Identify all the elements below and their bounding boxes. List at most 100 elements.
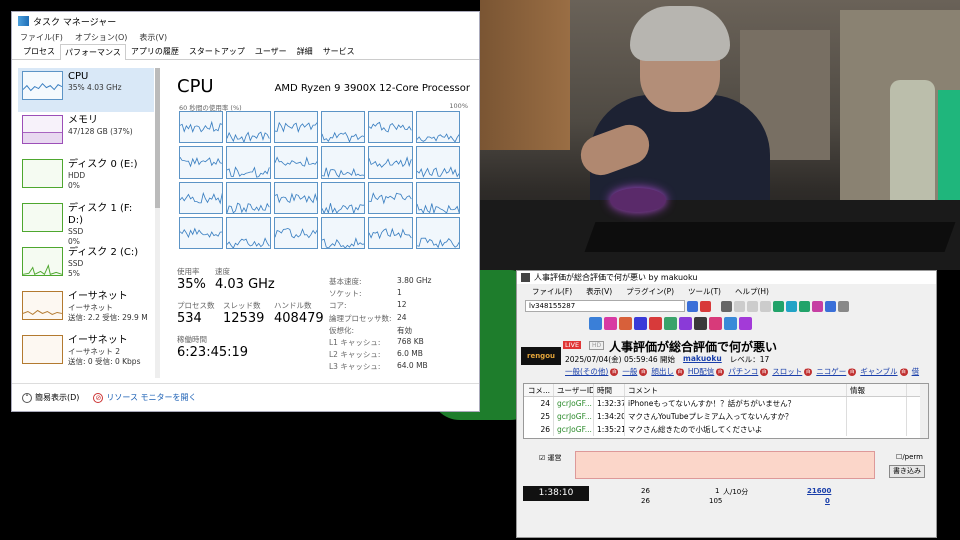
encyclopedia-icon[interactable]: 百 xyxy=(610,368,619,376)
tag-link[interactable]: 一般(その他) xyxy=(565,367,608,376)
table-row[interactable]: 26 gcrJoGF... 1:35:21 マクさん総きたので小垢してくださいよ xyxy=(524,423,928,436)
resource-disk-1[interactable]: ディスク 1 (F: D:) SSD 0% xyxy=(18,200,154,246)
tab-app-history[interactable]: アプリの履歴 xyxy=(126,43,184,59)
menu-options[interactable]: オプション(O) xyxy=(75,32,128,43)
titlebar[interactable]: 人事評価が総合評価で何が悪い by makuoku xyxy=(517,271,936,284)
encyclopedia-icon[interactable]: 百 xyxy=(848,368,857,376)
encyclopedia-icon[interactable]: 百 xyxy=(716,368,725,376)
net-thumb-graph xyxy=(22,291,63,320)
tab-details[interactable]: 詳細 xyxy=(292,43,318,59)
menu-file[interactable]: ファイル(F) xyxy=(20,32,63,43)
tag-item[interactable]: 借 xyxy=(912,366,920,377)
plugin-icon[interactable] xyxy=(664,316,677,330)
spec-value: 6.0 MB xyxy=(397,349,423,359)
tag-item[interactable]: HD配信百 xyxy=(688,366,725,377)
col-info[interactable]: 情報 xyxy=(847,384,907,396)
col-comment[interactable]: コメント xyxy=(625,384,847,396)
uneigai-checkbox[interactable]: ☑ 運営 xyxy=(539,453,562,463)
plugin-icon[interactable] xyxy=(589,316,602,330)
tag-link[interactable]: 一般 xyxy=(622,367,637,376)
plugin-icon[interactable] xyxy=(694,316,707,330)
spec-key: 基本速度: xyxy=(329,277,362,286)
tag-link[interactable]: ニコゲー xyxy=(816,367,846,376)
scrollbar-thumb[interactable] xyxy=(155,68,160,208)
connect-icon[interactable] xyxy=(687,300,698,312)
tool-icon[interactable] xyxy=(799,300,810,312)
tag-item[interactable]: パチンコ百 xyxy=(728,366,769,377)
tag-link[interactable]: 借 xyxy=(912,367,920,376)
tool-icon[interactable] xyxy=(825,300,836,312)
broadcaster-link[interactable]: makuoku xyxy=(683,354,722,365)
resource-disk-0[interactable]: ディスク 0 (E:) HDD 0% xyxy=(18,156,154,200)
tab-processes[interactable]: プロセス xyxy=(18,43,60,59)
table-row[interactable]: 24 gcrJoGF... 1:32:37 iPhoneもってないんすか！？話が… xyxy=(524,397,928,410)
titlebar[interactable]: タスク マネージャー xyxy=(12,12,479,30)
encyclopedia-icon[interactable]: 百 xyxy=(899,368,908,376)
resource-monitor-link[interactable]: ⊘ リソース モニターを開く xyxy=(93,392,197,403)
menu-view[interactable]: 表示(V) xyxy=(139,32,167,43)
tool-icon[interactable] xyxy=(773,300,784,312)
encyclopedia-icon[interactable]: 百 xyxy=(675,368,684,376)
tag-item[interactable]: 一般百 xyxy=(622,366,648,377)
resource-cpu[interactable]: CPU 35% 4.03 GHz xyxy=(18,68,154,112)
plugin-icon[interactable] xyxy=(634,316,647,330)
tag-link[interactable]: ギャンブル xyxy=(860,367,897,376)
resource-ethernet-1[interactable]: イーサネット イーサネット 送信: 2.2 受信: 29.9 M xyxy=(18,288,154,332)
tag-item[interactable]: ニコゲー百 xyxy=(816,366,857,377)
menu-file[interactable]: ファイル(F) xyxy=(532,286,572,297)
plugin-icon[interactable] xyxy=(649,316,662,330)
live-id-input[interactable]: lv348155287 xyxy=(525,300,685,312)
plugin-icon[interactable] xyxy=(724,316,737,330)
plugin-icon[interactable] xyxy=(739,316,752,330)
resource-disk-2[interactable]: ディスク 2 (C:) SSD 5% xyxy=(18,244,154,288)
ad-points[interactable]: 21600 xyxy=(807,487,831,495)
tab-startup[interactable]: スタートアップ xyxy=(184,43,250,59)
fewer-details-button[interactable]: ˄ 簡易表示(D) xyxy=(22,392,79,403)
tag-item[interactable]: 一般(その他) 百 xyxy=(565,366,619,377)
gear-icon[interactable] xyxy=(838,300,849,312)
tool-icon[interactable] xyxy=(760,300,771,312)
tab-services[interactable]: サービス xyxy=(318,43,360,59)
col-no[interactable]: コメ... xyxy=(524,384,554,396)
comment-input[interactable] xyxy=(575,451,875,479)
tag-link[interactable]: スロット xyxy=(772,367,802,376)
tag-link[interactable]: HD配信 xyxy=(688,367,714,376)
tool-icon[interactable] xyxy=(734,300,745,312)
encyclopedia-icon[interactable]: 百 xyxy=(760,368,769,376)
tag-item[interactable]: 顔出し百 xyxy=(651,366,684,377)
menu-help[interactable]: ヘルプ(H) xyxy=(735,286,769,297)
menu-plugin[interactable]: プラグイン(P) xyxy=(626,286,674,297)
tag-link[interactable]: パチンコ xyxy=(728,367,758,376)
menu-bar: ファイル(F) 表示(V) プラグイン(P) ツール(T) ヘルプ(H) xyxy=(517,284,936,298)
perm-checkbox[interactable]: ☐/perm xyxy=(896,453,923,461)
tab-performance[interactable]: パフォーマンス xyxy=(60,44,126,60)
menu-view[interactable]: 表示(V) xyxy=(586,286,612,297)
tool-icon[interactable] xyxy=(786,300,797,312)
gift-points[interactable]: 0 xyxy=(825,497,830,505)
tool-icon[interactable] xyxy=(747,300,758,312)
post-button[interactable]: 書き込み xyxy=(889,465,925,478)
plugin-icon[interactable] xyxy=(619,316,632,330)
refresh-icon[interactable] xyxy=(721,300,732,312)
disk-thumb-graph xyxy=(22,247,63,276)
tab-users[interactable]: ユーザー xyxy=(250,43,292,59)
tag-item[interactable]: スロット百 xyxy=(772,366,813,377)
plugin-icon[interactable] xyxy=(679,316,692,330)
disconnect-icon[interactable] xyxy=(700,300,711,312)
resource-memory[interactable]: メモリ 47/128 GB (37%) xyxy=(18,112,154,156)
resource-ethernet-2[interactable]: イーサネット イーサネット 2 送信: 0 受信: 0 Kbps xyxy=(18,332,154,376)
col-userid[interactable]: ユーザーID xyxy=(554,384,594,396)
col-time[interactable]: 時間 xyxy=(594,384,625,396)
table-row[interactable]: 25 gcrJoGF... 1:34:20 マクさんYouTubeプレミアム入っ… xyxy=(524,410,928,423)
plugin-icon[interactable] xyxy=(709,316,722,330)
sidebar-scrollbar[interactable] xyxy=(155,68,160,378)
menu-tools[interactable]: ツール(T) xyxy=(688,286,721,297)
tag-link[interactable]: 顔出し xyxy=(651,367,674,376)
tool-icon[interactable] xyxy=(812,300,823,312)
encyclopedia-icon[interactable]: 百 xyxy=(804,368,813,376)
table-scrollbar[interactable] xyxy=(920,384,928,438)
tag-item[interactable]: ギャンブル百 xyxy=(860,366,908,377)
plugin-icon[interactable] xyxy=(604,316,617,330)
cpu-core-graph xyxy=(226,181,271,214)
encyclopedia-icon[interactable]: 百 xyxy=(639,368,648,376)
